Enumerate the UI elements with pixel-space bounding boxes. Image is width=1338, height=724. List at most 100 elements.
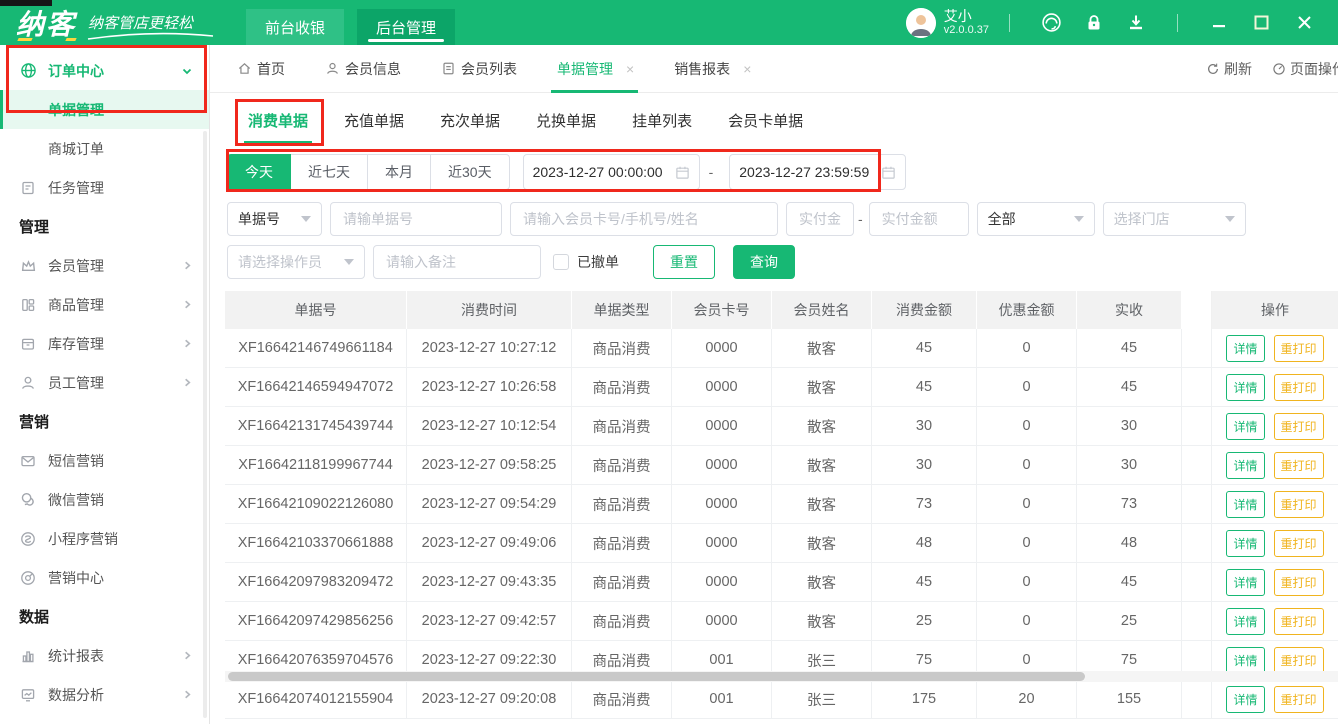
- end-datetime-input[interactable]: 2023-12-27 23:59:59: [729, 154, 906, 190]
- start-datetime-input[interactable]: 2023-12-27 00:00:00: [523, 154, 700, 190]
- sidebar-item-marketing-center[interactable]: 营销中心: [0, 558, 209, 597]
- operator-select[interactable]: 请选择操作员: [227, 245, 365, 279]
- sidebar-item-bill-management[interactable]: 单据管理: [0, 90, 209, 129]
- quick-last30days-button[interactable]: 近30天: [430, 154, 510, 190]
- nav-backend-management[interactable]: 后台管理: [357, 9, 455, 45]
- sidebar-item-member-management[interactable]: 会员管理: [0, 246, 209, 285]
- reprint-button[interactable]: 重打印: [1274, 335, 1324, 362]
- bill-type-select[interactable]: 全部: [977, 202, 1095, 236]
- remark-input[interactable]: [373, 245, 541, 279]
- reprint-button[interactable]: 重打印: [1274, 413, 1324, 440]
- detail-button[interactable]: 详情: [1226, 647, 1264, 674]
- subtab-exchange-bills[interactable]: 兑换单据: [536, 93, 596, 147]
- detail-button[interactable]: 详情: [1226, 530, 1264, 557]
- lock-icon[interactable]: [1084, 12, 1104, 33]
- cell-bill-no: XF16642103370661888: [225, 524, 407, 563]
- detail-button[interactable]: 详情: [1226, 374, 1264, 401]
- logo-area: 纳客 纳客管店更轻松: [0, 0, 240, 45]
- reprint-button[interactable]: 重打印: [1274, 647, 1324, 674]
- detail-button[interactable]: 详情: [1226, 491, 1264, 518]
- tab-bill-management[interactable]: 单据管理 ×: [557, 45, 634, 92]
- sidebar-item-mall-orders[interactable]: 商城订单: [0, 129, 209, 168]
- store-select[interactable]: 选择门店: [1103, 202, 1246, 236]
- sidebar-item-order-center[interactable]: 订单中心: [0, 51, 209, 90]
- sidebar-item-data-analysis[interactable]: 数据分析: [0, 675, 209, 714]
- tab-home[interactable]: 首页: [237, 45, 285, 92]
- cell-type: 商品消费: [572, 602, 672, 641]
- detail-button[interactable]: 详情: [1226, 608, 1264, 635]
- sidebar-item-statistics-reports[interactable]: 统计报表: [0, 636, 209, 675]
- quick-date-group: 今天 近七天 本月 近30天: [227, 154, 510, 190]
- refresh-button[interactable]: 刷新: [1206, 59, 1252, 79]
- sidebar-item-sms-marketing[interactable]: 短信营销: [0, 441, 209, 480]
- quick-last7days-button[interactable]: 近七天: [290, 154, 368, 190]
- sidebar-item-task-management[interactable]: 任务管理: [0, 168, 209, 207]
- close-icon[interactable]: ×: [743, 61, 751, 77]
- chevron-down-icon: [301, 216, 311, 222]
- sidebar-item-label: 营销中心: [48, 568, 104, 588]
- subtab-pending-list[interactable]: 挂单列表: [632, 93, 692, 147]
- detail-button[interactable]: 详情: [1226, 686, 1264, 713]
- reprint-button[interactable]: 重打印: [1274, 686, 1324, 713]
- page-operations-button[interactable]: 页面操作: [1272, 59, 1338, 79]
- detail-button[interactable]: 详情: [1226, 569, 1264, 596]
- search-button[interactable]: 查询: [733, 245, 795, 279]
- cancelled-checkbox[interactable]: [553, 254, 569, 270]
- reprint-button[interactable]: 重打印: [1274, 608, 1324, 635]
- reset-button[interactable]: 重置: [653, 245, 715, 279]
- subtab-recharge-bills[interactable]: 充值单据: [344, 93, 404, 147]
- table-row: XF16642103370661888 2023-12-27 09:49:06 …: [225, 524, 1338, 563]
- download-icon[interactable]: [1126, 12, 1146, 33]
- user-info[interactable]: 艾小 v2.0.0.37: [944, 8, 989, 37]
- quick-today-button[interactable]: 今天: [227, 154, 291, 190]
- horizontal-scrollbar-thumb[interactable]: [228, 672, 1085, 681]
- sidebar-item-inventory-management[interactable]: 库存管理: [0, 324, 209, 363]
- avatar[interactable]: [906, 8, 936, 38]
- tab-label: 会员列表: [461, 59, 517, 79]
- nav-front-cashier[interactable]: 前台收银: [246, 9, 344, 45]
- detail-button[interactable]: 详情: [1226, 413, 1264, 440]
- cell-spacer: [1182, 485, 1212, 524]
- sidebar-scrollbar[interactable]: [203, 131, 207, 718]
- sidebar-item-miniprogram-marketing[interactable]: 小程序营销: [0, 519, 209, 558]
- quick-this-month-button[interactable]: 本月: [367, 154, 431, 190]
- paid-min-input[interactable]: [786, 202, 854, 236]
- close-icon[interactable]: ×: [626, 61, 634, 77]
- close-button[interactable]: [1296, 14, 1313, 31]
- cell-type: 商品消费: [572, 329, 672, 368]
- tab-sales-report[interactable]: 销售报表 ×: [674, 45, 751, 92]
- page-tab-bar: 首页 会员信息 会员列表 单据管理 × 销售报表 × 刷新 页面操作: [210, 45, 1338, 93]
- minimize-button[interactable]: [1211, 15, 1227, 31]
- reprint-button[interactable]: 重打印: [1274, 569, 1324, 596]
- refresh-label: 刷新: [1224, 59, 1252, 79]
- horizontal-scrollbar[interactable]: [225, 671, 1338, 682]
- cell-actions: 详情 重打印: [1212, 524, 1338, 563]
- globe-icon: [19, 62, 37, 79]
- detail-button[interactable]: 详情: [1226, 335, 1264, 362]
- member-search-input[interactable]: [510, 202, 778, 236]
- reprint-button[interactable]: 重打印: [1274, 530, 1324, 557]
- page-operations-label: 页面操作: [1290, 59, 1338, 79]
- cell-discount: 0: [977, 563, 1077, 602]
- tabbar-actions: 刷新 页面操作: [1206, 45, 1338, 92]
- bill-no-type-select[interactable]: 单据号: [227, 202, 322, 236]
- sidebar-item-label: 短信营销: [48, 451, 104, 471]
- reprint-button[interactable]: 重打印: [1274, 452, 1324, 479]
- tab-label: 会员信息: [345, 59, 401, 79]
- sidebar-item-wechat-marketing[interactable]: 微信营销: [0, 480, 209, 519]
- tab-member-list[interactable]: 会员列表: [441, 45, 517, 92]
- subtab-times-bills[interactable]: 充次单据: [440, 93, 500, 147]
- reprint-button[interactable]: 重打印: [1274, 491, 1324, 518]
- detail-button[interactable]: 详情: [1226, 452, 1264, 479]
- bill-no-input[interactable]: [330, 202, 502, 236]
- customer-service-icon[interactable]: [1041, 12, 1062, 33]
- subtab-consume-bills[interactable]: 消费单据: [248, 93, 308, 147]
- sidebar-item-goods-management[interactable]: 商品管理: [0, 285, 209, 324]
- reprint-button[interactable]: 重打印: [1274, 374, 1324, 401]
- subtab-member-card-bills[interactable]: 会员卡单据: [728, 93, 803, 147]
- paid-max-input[interactable]: [869, 202, 969, 236]
- maximize-button[interactable]: [1253, 14, 1270, 31]
- sidebar-item-staff-management[interactable]: 员工管理: [0, 363, 209, 402]
- tab-member-info[interactable]: 会员信息: [325, 45, 401, 92]
- header-consume-time: 消费时间: [407, 291, 572, 329]
